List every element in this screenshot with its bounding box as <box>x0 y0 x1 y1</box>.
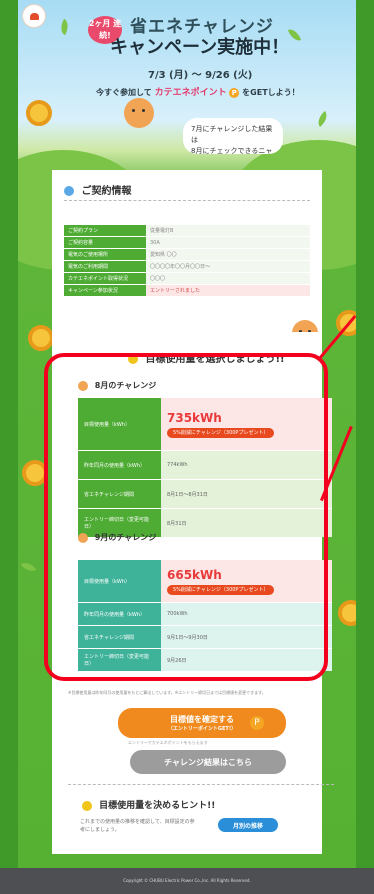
monthly-trend-button[interactable]: 月別の推移 <box>218 818 278 832</box>
notes-text: ※目標使用量は昨年同月の使用量をもとに算出しています。※エントリー締切日までは目… <box>68 690 266 695</box>
cat-mascot-icon <box>124 98 154 128</box>
point-icon: P <box>229 88 240 98</box>
contract-row-value: 愛知県 〇〇 <box>146 248 310 261</box>
view-results-button[interactable]: チャレンジ結果はこちら <box>130 750 286 774</box>
contract-row-label: キャンペーン参加状況 <box>64 284 146 297</box>
contract-row-value: 〇〇〇〇年〇〇月〇〇日〜 <box>146 260 310 273</box>
contract-row-value: 〇〇〇 <box>146 272 310 285</box>
hint-text: これまでの使用量の推移を確認して、目標設定の参考にしましょう。 <box>80 819 195 833</box>
cta-suffix: をGETしよう！ <box>242 88 300 97</box>
speech-bubble: 7月にチャレンジした結果は 8月にチェックできるニャ <box>183 118 283 155</box>
cta-prefix: 今すぐ参加して <box>96 88 152 97</box>
contract-row-label: 電気のご使用場所 <box>64 248 146 261</box>
campaign-period: 7/3 (月) 〜 9/26 (火) <box>148 70 253 81</box>
copyright-text: Copyright © CHUBU Electric Power Co.,Inc… <box>123 878 251 883</box>
contract-row: ご契約プラン 従量電灯B <box>64 225 310 237</box>
contract-row-value: 30A <box>146 236 310 249</box>
mascot-eye <box>142 109 145 112</box>
mascot-eye <box>132 109 135 112</box>
campaign-title-line2: キャンペーン実施中！ <box>110 37 290 58</box>
point-icon: P <box>250 716 264 730</box>
monthly-trend-label: 月別の推移 <box>232 822 263 830</box>
contract-row-label: ご契約容量 <box>64 236 146 249</box>
hint-heading-text: 目標使用量を決めるヒント!! <box>99 801 216 811</box>
contract-table: ご契約プラン 従量電灯B ご契約容量 30A 電気のご使用場所 愛知県 〇〇 電気のご利用期… <box>64 225 310 297</box>
divider <box>68 784 334 785</box>
hint-heading: 目標使用量を決めるヒント!! <box>82 798 215 811</box>
drop-icon <box>64 186 74 196</box>
contract-row: カテエネポイント取得状況 〇〇〇 <box>64 272 310 285</box>
contract-row-label: カテエネポイント取得状況 <box>64 272 146 285</box>
campaign-cta: 今すぐ参加して カテエネポイント P をGETしよう！ <box>96 85 300 98</box>
sunflower-icon <box>28 325 54 351</box>
page: 2ヶ月 連続! 省エネチャレンジ キャンペーン実施中！ 7/3 (月) 〜 9/… <box>0 0 374 894</box>
contract-row-value: エントリーされました <box>146 284 310 297</box>
bubble-line2: 8月にチェックできるニャ <box>191 147 273 155</box>
contract-heading: ご契約情報 <box>64 182 131 197</box>
contract-row: 電気のご使用場所 愛知県 〇〇 <box>64 248 310 261</box>
divider <box>64 200 310 201</box>
confirm-line2: （エントリーポイントGET!） <box>167 726 237 732</box>
leaf-icon <box>20 558 37 576</box>
campaign-header: 2ヶ月 連続! 省エネチャレンジ キャンペーン実施中！ 7/3 (月) 〜 9/… <box>18 0 356 155</box>
bubble-line1: 7月にチャレンジした結果は <box>191 125 273 144</box>
cta-highlight: カテエネポイント <box>154 88 227 98</box>
lightbulb-icon <box>82 800 92 811</box>
contract-row: 電気のご利用期間 〇〇〇〇年〇〇月〇〇日〜 <box>64 260 310 273</box>
contract-row: ご契約容量 30A <box>64 236 310 249</box>
contract-row: キャンペーン参加状況 エントリーされました <box>64 284 310 297</box>
contract-row-value: 従量電灯B <box>146 225 310 237</box>
sunflower-icon <box>338 600 356 626</box>
contract-row-label: 電気のご利用期間 <box>64 260 146 273</box>
confirm-subtext: エントリーでカテエネポイントをもらえます <box>128 740 208 745</box>
contract-row-label: ご契約プラン <box>64 225 146 237</box>
results-label: チャレンジ結果はこちら <box>164 757 252 767</box>
confirm-line1: 目標値を確定する <box>170 715 234 724</box>
contract-heading-text: ご契約情報 <box>81 186 132 197</box>
highlight-frame <box>44 353 328 681</box>
